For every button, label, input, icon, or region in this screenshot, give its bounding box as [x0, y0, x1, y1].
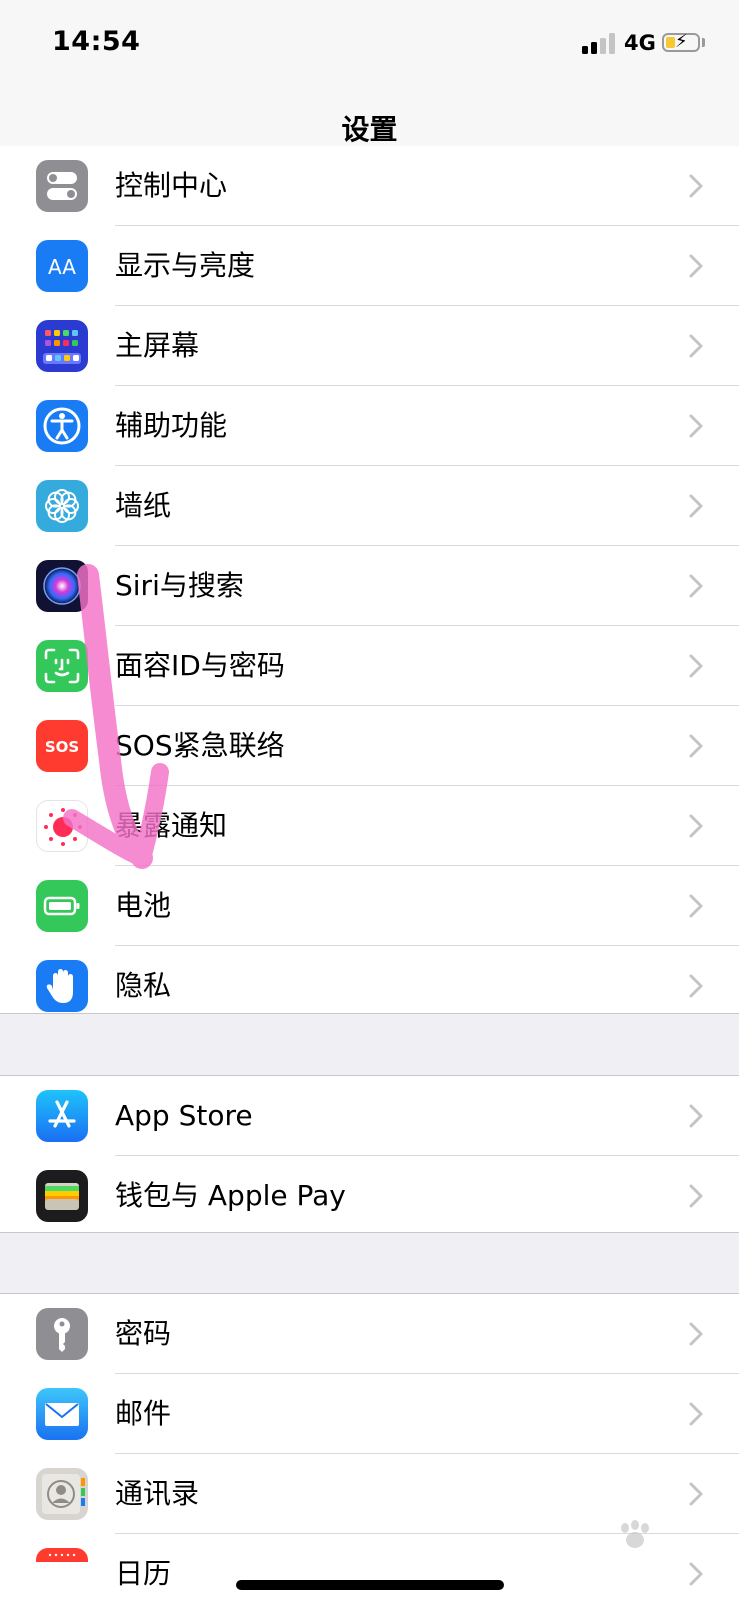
settings-row-label: 控制中心 — [115, 169, 228, 202]
chevron-right-icon — [689, 1184, 703, 1208]
display-brightness-icon: AA — [36, 240, 88, 292]
settings-row-exposure-notifications[interactable]: 暴露通知 — [0, 786, 739, 866]
app-store-icon — [36, 1090, 88, 1142]
settings-row-control-center[interactable]: 控制中心 — [0, 146, 739, 226]
settings-row-passwords[interactable]: 密码 — [0, 1294, 739, 1374]
settings-row-contacts[interactable]: 通讯录 — [0, 1454, 739, 1534]
chevron-right-icon — [689, 1104, 703, 1128]
contacts-icon — [36, 1468, 88, 1520]
exposure-notification-icon — [36, 800, 88, 852]
settings-row-label: 钱包与 Apple Pay — [115, 1179, 346, 1212]
mail-icon — [36, 1388, 88, 1440]
chevron-right-icon — [689, 974, 703, 998]
settings-row-label: App Store — [115, 1099, 253, 1132]
chevron-right-icon — [689, 574, 703, 598]
network-type: 4G — [624, 31, 656, 55]
settings-row-label: 主屏幕 — [115, 329, 200, 362]
settings-row-wallet-apple-pay[interactable]: 钱包与 Apple Pay — [0, 1156, 739, 1236]
chevron-right-icon — [689, 1482, 703, 1506]
home-indicator[interactable] — [236, 1580, 504, 1590]
settings-group-general: 控制中心 AA 显示与亮度 主屏幕 辅助功能 墙纸 Siri与搜索 面容ID与密… — [0, 146, 739, 1014]
settings-group-apps: 密码 邮件 通讯录 日历 — [0, 1293, 739, 1600]
chevron-right-icon — [689, 1402, 703, 1426]
chevron-right-icon — [689, 494, 703, 518]
svg-text:SOS: SOS — [45, 738, 79, 756]
chevron-right-icon — [689, 894, 703, 918]
settings-row-wallpaper[interactable]: 墙纸 — [0, 466, 739, 546]
settings-row-mail[interactable]: 邮件 — [0, 1374, 739, 1454]
home-screen-icon — [36, 320, 88, 372]
chevron-right-icon — [689, 654, 703, 678]
signal-strength-icon — [582, 32, 616, 54]
settings-row-label: 显示与亮度 — [115, 249, 256, 282]
settings-row-label: 隐私 — [115, 969, 172, 1002]
battery-icon — [36, 880, 88, 932]
chevron-right-icon — [689, 734, 703, 758]
chevron-right-icon — [689, 254, 703, 278]
settings-row-battery[interactable]: 电池 — [0, 866, 739, 946]
settings-row-home-screen[interactable]: 主屏幕 — [0, 306, 739, 386]
settings-row-label: Siri与搜索 — [115, 569, 244, 602]
settings-row-face-id[interactable]: 面容ID与密码 — [0, 626, 739, 706]
calendar-icon — [36, 1548, 88, 1600]
control-center-icon — [36, 160, 88, 212]
battery-status-icon: ⚡ — [662, 31, 700, 52]
settings-row-label: 邮件 — [115, 1397, 172, 1430]
status-bar: 14:54 4G ⚡ — [0, 0, 739, 90]
charging-bolt-icon: ⚡ — [675, 31, 688, 52]
settings-row-label: 日历 — [115, 1557, 172, 1590]
settings-row-label: 辅助功能 — [115, 409, 228, 442]
settings-group-store: App Store 钱包与 Apple Pay — [0, 1075, 739, 1233]
settings-row-app-store[interactable]: App Store — [0, 1076, 739, 1156]
settings-row-emergency-sos[interactable]: SOS SOS紧急联络 — [0, 706, 739, 786]
siri-icon — [36, 560, 88, 612]
face-id-icon — [36, 640, 88, 692]
settings-row-label: 面容ID与密码 — [115, 649, 285, 682]
status-time: 14:54 — [52, 26, 141, 57]
settings-row-label: 暴露通知 — [115, 809, 228, 842]
chevron-right-icon — [689, 1322, 703, 1346]
settings-row-display-brightness[interactable]: AA 显示与亮度 — [0, 226, 739, 306]
chevron-right-icon — [689, 334, 703, 358]
chevron-right-icon — [689, 174, 703, 198]
battery-cap — [702, 38, 705, 47]
settings-row-privacy[interactable]: 隐私 — [0, 946, 739, 1026]
privacy-hand-icon — [36, 960, 88, 1012]
page-title: 设置 — [341, 113, 398, 146]
settings-row-calendar[interactable]: 日历 — [0, 1534, 739, 1600]
wallpaper-icon — [36, 480, 88, 532]
settings-row-label: 电池 — [115, 889, 172, 922]
settings-row-label: 通讯录 — [115, 1477, 200, 1510]
wallet-icon — [36, 1170, 88, 1222]
accessibility-icon — [36, 400, 88, 452]
sos-icon: SOS — [36, 720, 88, 772]
settings-row-label: 墙纸 — [115, 489, 172, 522]
settings-row-accessibility[interactable]: 辅助功能 — [0, 386, 739, 466]
chevron-right-icon — [689, 1562, 703, 1586]
settings-row-label: 密码 — [115, 1317, 172, 1350]
chevron-right-icon — [689, 414, 703, 438]
svg-text:AA: AA — [48, 255, 76, 279]
passwords-key-icon — [36, 1308, 88, 1360]
settings-row-siri-search[interactable]: Siri与搜索 — [0, 546, 739, 626]
chevron-right-icon — [689, 814, 703, 838]
settings-row-label: SOS紧急联络 — [115, 729, 285, 762]
